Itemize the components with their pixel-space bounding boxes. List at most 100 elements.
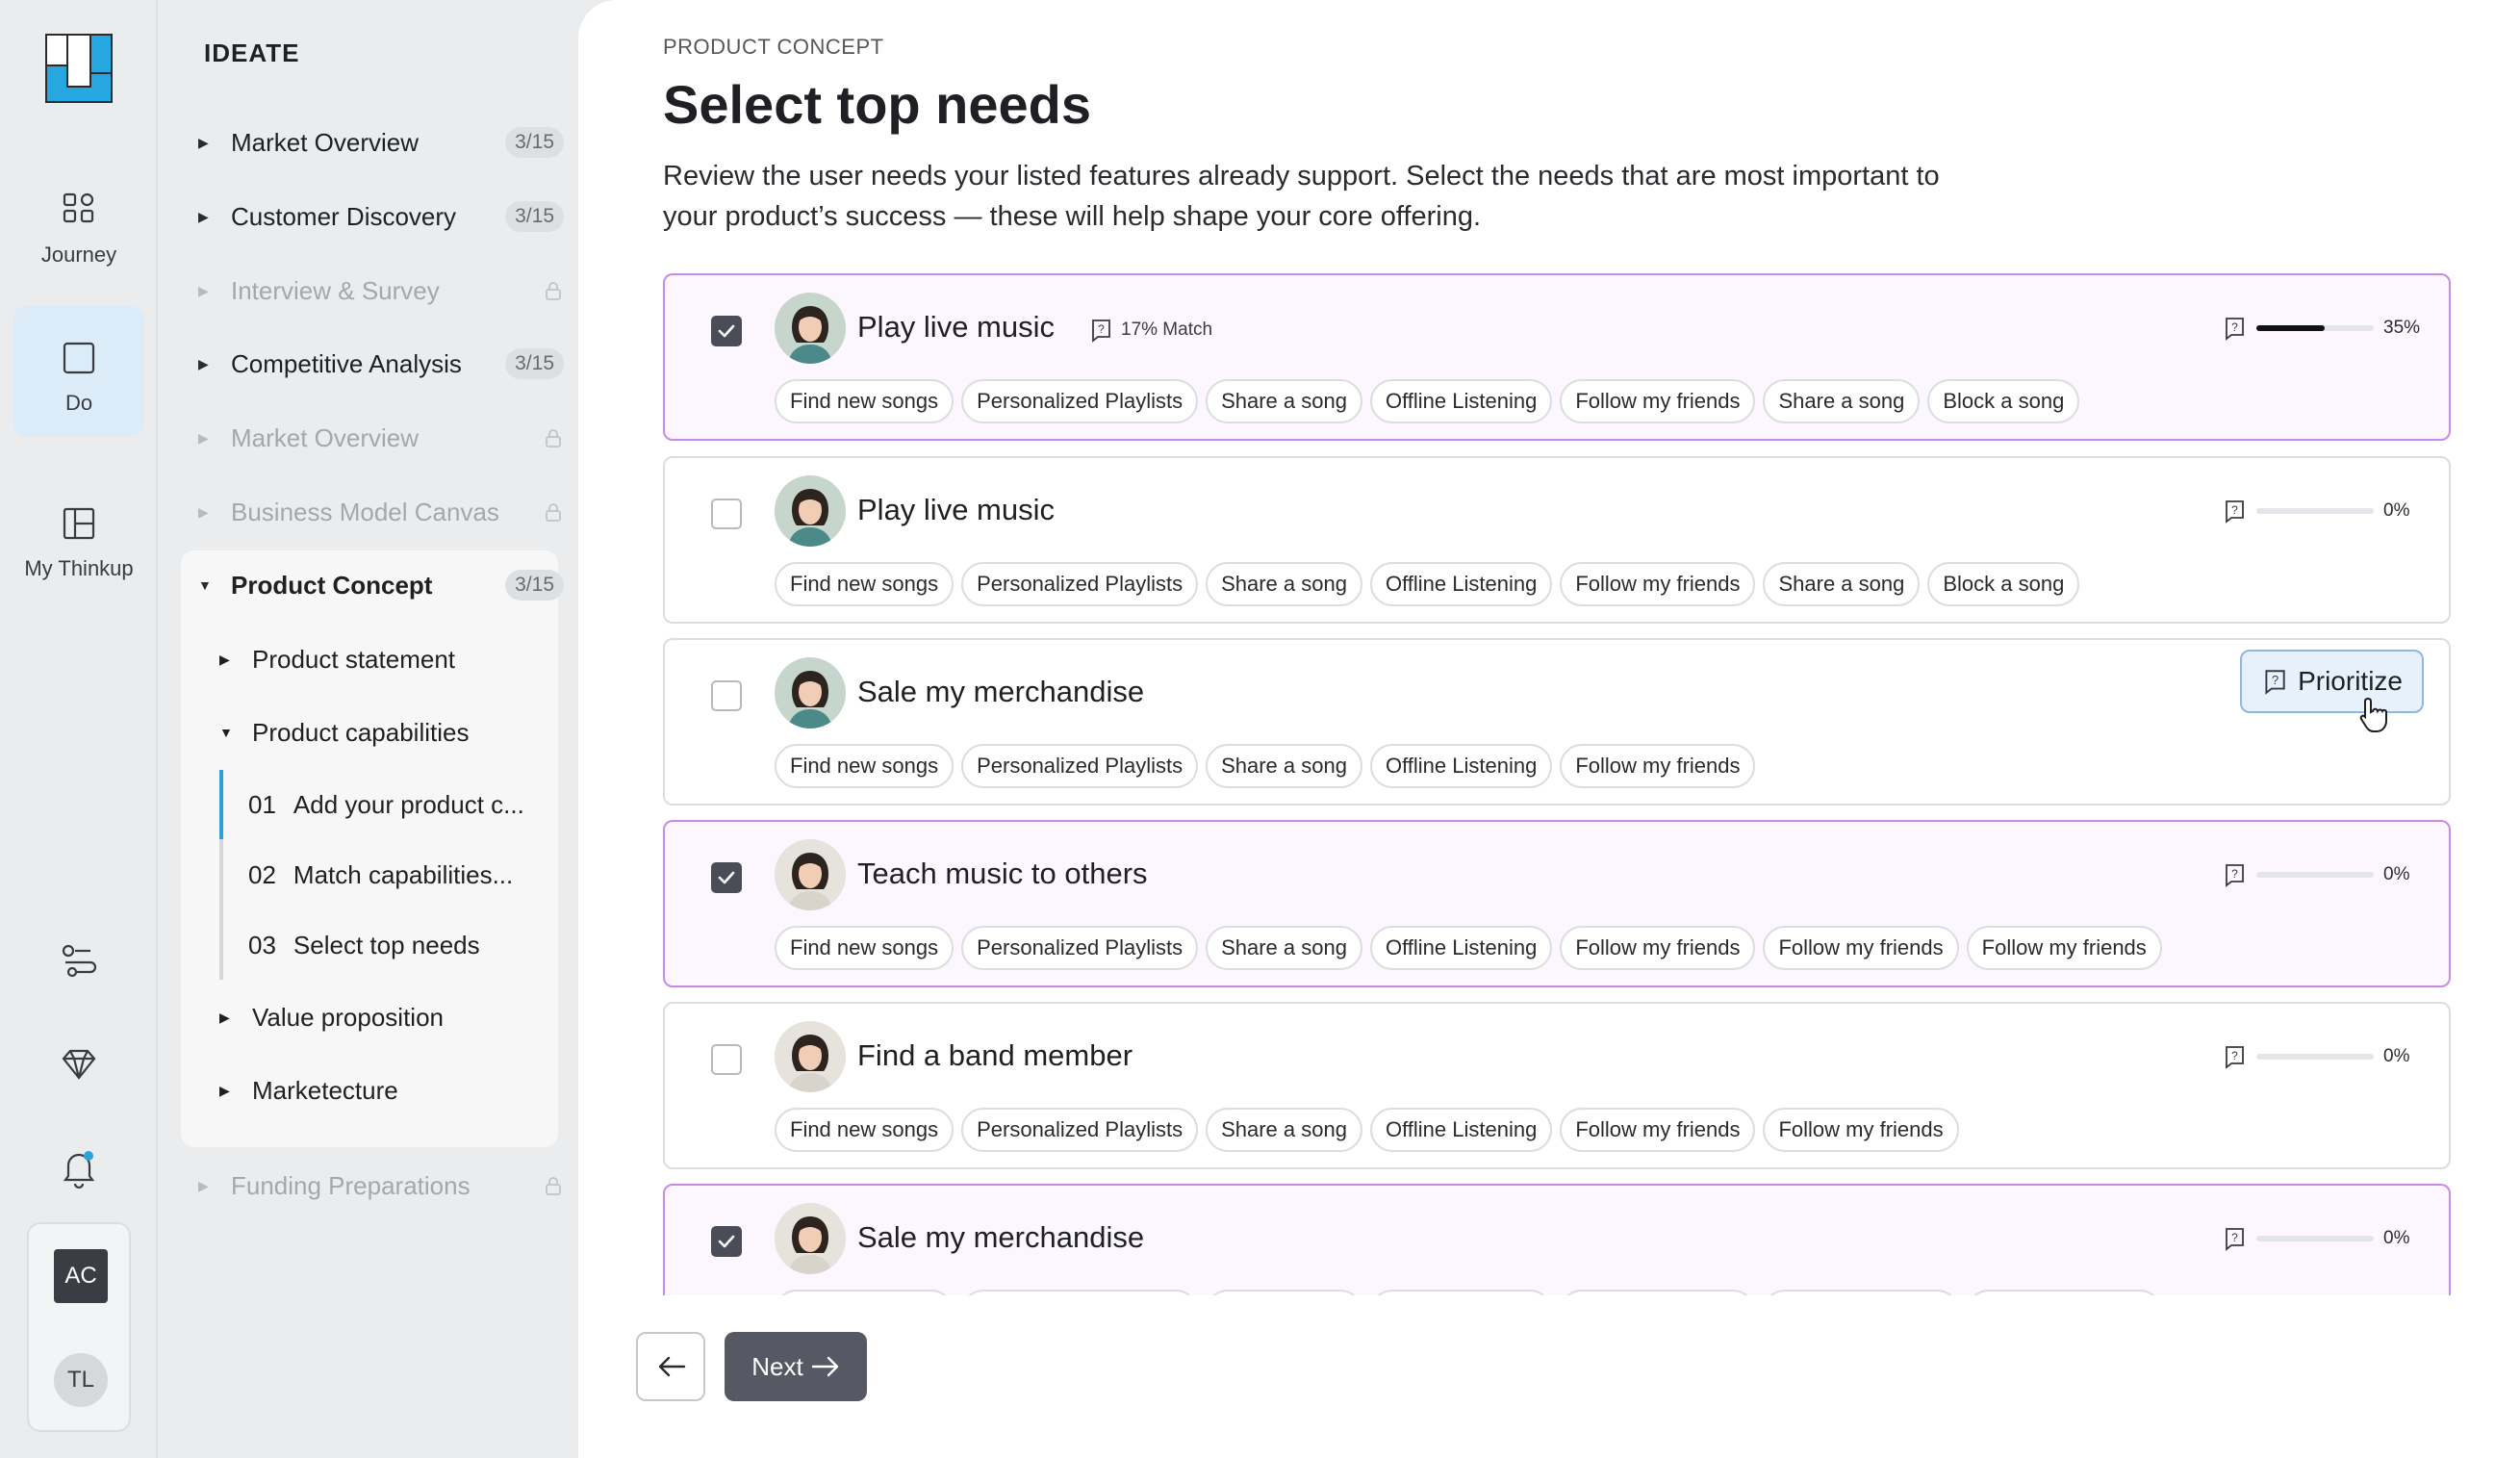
lock-icon xyxy=(546,282,561,300)
nav-subitem-label: Product capabilities xyxy=(252,717,470,747)
nav-item-market-overview[interactable]: ▶ Market Overview 3/15 xyxy=(198,114,564,171)
diamond-icon[interactable] xyxy=(58,1043,100,1086)
progress-badge: 3/15 xyxy=(505,348,564,379)
rail-item-do[interactable]: Do xyxy=(13,306,144,437)
feature-tag[interactable]: Block a song xyxy=(1927,562,2080,606)
feature-tag[interactable]: Personalized Playlists xyxy=(961,379,1199,423)
feature-tag[interactable]: Personalized Playlists xyxy=(961,562,1199,606)
question-icon: ? xyxy=(2265,670,2285,695)
feature-tag[interactable]: Share a song xyxy=(1206,379,1362,423)
svg-text:?: ? xyxy=(2272,673,2278,687)
question-icon: ? xyxy=(1092,320,1110,343)
step-item-3[interactable]: 03 Select top needs xyxy=(248,916,547,974)
back-button[interactable] xyxy=(636,1332,705,1401)
nav-subitem-value-proposition[interactable]: ▶ Value proposition xyxy=(219,988,537,1046)
feature-tag[interactable]: Follow my friends xyxy=(1560,926,1756,970)
feature-tag[interactable]: Follow my friends xyxy=(1966,926,2162,970)
feature-tag[interactable]: Offline Listening xyxy=(1369,562,1553,606)
svg-text:?: ? xyxy=(1098,322,1105,336)
progress-percent: 0% xyxy=(2383,1228,2410,1248)
app-logo[interactable] xyxy=(44,33,114,104)
lock-icon xyxy=(546,503,561,522)
feature-tag[interactable]: Share a song xyxy=(1206,562,1362,606)
need-checkbox[interactable] xyxy=(711,499,742,529)
progress-bar xyxy=(2256,1236,2374,1241)
rail-item-my-thinkup[interactable]: My Thinkup xyxy=(13,472,144,602)
nav-item-market-overview-2[interactable]: ▶ Market Overview xyxy=(198,409,564,467)
prioritize-button[interactable]: ? Prioritize xyxy=(2240,650,2424,713)
step-number: 02 xyxy=(248,859,276,889)
nav-item-customer-discovery[interactable]: ▶ Customer Discovery 3/15 xyxy=(198,188,564,245)
need-card[interactable]: Sale my merchandise ? Prioritize Find new s… xyxy=(663,638,2451,806)
feature-tag[interactable]: Find new songs xyxy=(775,562,955,606)
need-checkbox[interactable] xyxy=(711,1226,742,1257)
persona-avatar xyxy=(775,839,846,910)
feature-tag[interactable]: Follow my friends xyxy=(1560,379,1756,423)
bell-icon[interactable] xyxy=(58,1147,100,1189)
page-title: Select top needs xyxy=(663,74,1092,135)
feature-tag[interactable]: Share a song xyxy=(1206,926,1362,970)
nav-subitem-product-statement[interactable]: ▶ Product statement xyxy=(219,630,537,688)
need-card[interactable]: Play live music? 17% Match? 35% Find new so… xyxy=(663,273,2451,441)
need-card[interactable]: Play live music? 0% Find new songs Personal… xyxy=(663,456,2451,624)
nav-item-label: Competitive Analysis xyxy=(231,348,462,378)
rail-label-my-thinkup: My Thinkup xyxy=(24,556,134,580)
need-card[interactable]: Find a band member? 0% Find new songs Perso… xyxy=(663,1002,2451,1169)
workflow-icon[interactable] xyxy=(58,939,100,982)
user-avatar[interactable]: TL xyxy=(54,1353,108,1407)
feature-tag[interactable]: Personalized Playlists xyxy=(961,926,1199,970)
feature-tag[interactable]: Find new songs xyxy=(775,744,955,788)
feature-tag[interactable]: Offline Listening xyxy=(1369,1108,1553,1152)
nav-item-label: Market Overview xyxy=(231,422,420,452)
progress-bar xyxy=(2256,1054,2374,1060)
need-checkbox[interactable] xyxy=(711,316,742,346)
next-button[interactable]: Next xyxy=(725,1332,867,1401)
need-card[interactable]: Teach music to others? 0% Find new songs Pe… xyxy=(663,820,2451,987)
nav-subitem-product-capabilities[interactable]: ▼ Product capabilities xyxy=(219,703,537,761)
need-title: Play live music xyxy=(857,493,1055,526)
feature-tag[interactable]: Share a song xyxy=(1763,562,1921,606)
nav-subitem-label: Product statement xyxy=(252,644,455,674)
feature-tag[interactable]: Block a song xyxy=(1927,379,2080,423)
feature-tag[interactable]: Offline Listening xyxy=(1369,926,1553,970)
rail-label-journey: Journey xyxy=(40,243,117,267)
need-checkbox[interactable] xyxy=(711,1044,742,1075)
page-eyebrow: PRODUCT CONCEPT xyxy=(663,35,884,59)
feature-tag[interactable]: Offline Listening xyxy=(1369,379,1553,423)
need-title: Sale my merchandise xyxy=(857,675,1145,708)
nav-subitem-marketecture[interactable]: ▶ Marketecture xyxy=(219,1062,537,1119)
feature-tag[interactable]: Personalized Playlists xyxy=(961,1108,1199,1152)
square-icon xyxy=(63,342,95,374)
feature-tag[interactable]: Follow my friends xyxy=(1763,926,1959,970)
feature-tags: Find new songsPersonalized PlaylistsShar… xyxy=(775,926,2162,970)
nav-item-interview-survey[interactable]: ▶ Interview & Survey xyxy=(198,262,564,320)
feature-tag[interactable]: Find new songs xyxy=(775,1108,955,1152)
checkmark-icon xyxy=(718,1235,735,1248)
workspace-avatar[interactable]: AC xyxy=(54,1249,108,1303)
feature-tag[interactable]: Personalized Playlists xyxy=(961,744,1199,788)
step-item-2[interactable]: 02 Match capabilities... xyxy=(248,846,547,904)
feature-tag[interactable]: Share a song xyxy=(1763,379,1921,423)
feature-tag[interactable]: Find new songs xyxy=(775,379,955,423)
nav-item-product-concept[interactable]: ▼ Product Concept 3/15 xyxy=(198,556,564,614)
need-checkbox[interactable] xyxy=(711,680,742,711)
feature-tag[interactable]: Follow my friends xyxy=(1560,1108,1756,1152)
feature-tag[interactable]: Share a song xyxy=(1206,744,1362,788)
feature-tag[interactable]: Share a song xyxy=(1206,1108,1362,1152)
feature-tag[interactable]: Find new songs xyxy=(775,926,955,970)
nav-item-funding-preparations[interactable]: ▶ Funding Preparations xyxy=(198,1157,564,1215)
feature-tag[interactable]: Offline Listening xyxy=(1369,744,1553,788)
feature-tag[interactable]: Follow my friends xyxy=(1560,562,1756,606)
rail-item-journey[interactable]: Journey xyxy=(13,158,144,289)
step-item-1[interactable]: 01 Add your product c... xyxy=(248,776,547,833)
need-checkbox[interactable] xyxy=(711,862,742,893)
nav-item-business-model-canvas[interactable]: ▶ Business Model Canvas xyxy=(198,483,564,541)
progress-bar xyxy=(2256,872,2374,878)
nav-item-competitive-analysis[interactable]: ▶ Competitive Analysis 3/15 xyxy=(198,335,564,393)
priority-progress: ? 0% xyxy=(2222,1044,2412,1069)
footer-bar: Next xyxy=(578,1295,2520,1458)
progress-percent: 0% xyxy=(2383,500,2410,521)
feature-tag[interactable]: Follow my friends xyxy=(1763,1108,1959,1152)
progress-badge: 3/15 xyxy=(505,570,564,601)
feature-tag[interactable]: Follow my friends xyxy=(1560,744,1756,788)
